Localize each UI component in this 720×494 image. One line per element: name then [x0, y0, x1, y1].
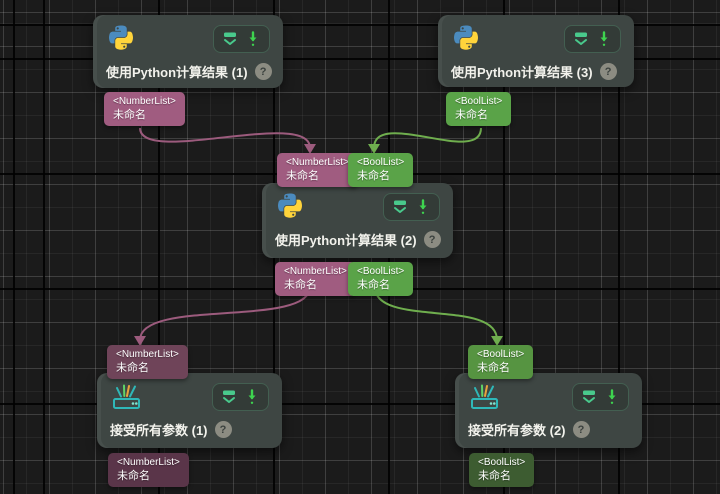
port-name-label: 未命名 [284, 279, 317, 291]
port-type-label: <NumberList> [116, 349, 179, 360]
port-type-label: <BoolList> [357, 266, 405, 277]
double-chevron-down-icon [223, 390, 235, 403]
node-title: 接受所有参数 (1) [110, 423, 208, 438]
node-action-toolbar [212, 383, 269, 411]
port-name-label: 未命名 [113, 109, 146, 121]
help-icon[interactable]: ? [214, 421, 232, 438]
port-type-label: <BoolList> [455, 96, 503, 107]
node-python-result-1[interactable]: 使用Python计算结果 (1) ? [93, 15, 283, 88]
node-receive-params-2[interactable]: 接受所有参数 (2) ? [455, 373, 642, 448]
double-chevron-down-icon [575, 32, 587, 45]
node-title: 使用Python计算结果 (3) [451, 65, 593, 80]
edge-boollist-py3-to-py2[interactable] [373, 127, 482, 149]
node-title: 接受所有参数 (2) [468, 423, 566, 438]
collapse-toggle-button[interactable] [572, 30, 590, 48]
python-logo-icon [106, 25, 136, 60]
port-boollist-input[interactable]: <BoolList> 未命名 [348, 153, 414, 187]
receiver-icon [110, 383, 144, 416]
port-boollist-output[interactable]: <BoolList> 未命名 [348, 262, 414, 296]
port-boollist-output[interactable]: <BoolList> 未命名 [469, 453, 535, 487]
download-button[interactable] [243, 388, 261, 406]
node-title: 使用Python计算结果 (1) [106, 65, 248, 80]
port-numberlist-output[interactable]: <NumberList> 未命名 [104, 92, 185, 126]
port-type-label: <NumberList> [117, 457, 180, 468]
download-button[interactable] [414, 198, 432, 216]
node-python-result-2[interactable]: 使用Python计算结果 (2) ? [262, 183, 453, 258]
port-type-label: <NumberList> [286, 157, 349, 168]
port-numberlist-output[interactable]: <NumberList> 未命名 [275, 262, 356, 296]
port-name-label: 未命名 [286, 170, 319, 182]
help-icon[interactable]: ? [599, 63, 617, 80]
download-arrow-icon [419, 199, 427, 214]
python-logo-icon [451, 25, 481, 60]
double-chevron-down-icon [394, 200, 406, 213]
port-type-label: <BoolList> [477, 349, 525, 360]
help-icon[interactable]: ? [423, 231, 441, 248]
node-action-toolbar [572, 383, 629, 411]
port-type-label: <NumberList> [284, 266, 347, 277]
port-name-label: 未命名 [357, 279, 390, 291]
collapse-toggle-button[interactable] [580, 388, 598, 406]
port-name-label: 未命名 [477, 362, 510, 374]
collapse-toggle-button[interactable] [220, 388, 238, 406]
port-name-label: 未命名 [117, 470, 150, 482]
port-type-label: <BoolList> [478, 457, 526, 468]
download-button[interactable] [595, 30, 613, 48]
edge-numberlist-py1-to-py2[interactable] [139, 127, 311, 149]
port-name-label: 未命名 [478, 470, 511, 482]
node-python-result-3[interactable]: 使用Python计算结果 (3) ? [438, 15, 634, 87]
python-logo-icon [275, 193, 305, 228]
download-arrow-icon [600, 31, 608, 46]
help-icon[interactable]: ? [572, 421, 590, 438]
double-chevron-down-icon [583, 390, 595, 403]
port-name-label: 未命名 [116, 362, 149, 374]
node-title: 使用Python计算结果 (2) [275, 233, 417, 248]
collapse-toggle-button[interactable] [221, 30, 239, 48]
port-numberlist-output[interactable]: <NumberList> 未命名 [108, 453, 189, 487]
node-action-toolbar [564, 25, 621, 53]
node-action-toolbar [383, 193, 440, 221]
download-arrow-icon [608, 389, 616, 404]
download-arrow-icon [249, 31, 257, 46]
port-type-label: <NumberList> [113, 96, 176, 107]
port-boollist-input[interactable]: <BoolList> 未命名 [468, 345, 534, 379]
port-numberlist-input[interactable]: <NumberList> 未命名 [277, 153, 358, 187]
node-graph-canvas[interactable]: 使用Python计算结果 (1) ? <NumberList> 未命名 使用Py… [0, 0, 720, 494]
download-arrow-icon [248, 389, 256, 404]
node-receive-params-1[interactable]: 接受所有参数 (1) ? [97, 373, 282, 448]
port-boollist-output[interactable]: <BoolList> 未命名 [446, 92, 512, 126]
node-action-toolbar [213, 25, 270, 53]
port-numberlist-input[interactable]: <NumberList> 未命名 [107, 345, 188, 379]
double-chevron-down-icon [224, 32, 236, 45]
download-button[interactable] [244, 30, 262, 48]
port-name-label: 未命名 [357, 170, 390, 182]
collapse-toggle-button[interactable] [391, 198, 409, 216]
download-button[interactable] [603, 388, 621, 406]
help-icon[interactable]: ? [254, 63, 272, 80]
port-name-label: 未命名 [455, 109, 488, 121]
port-type-label: <BoolList> [357, 157, 405, 168]
receiver-icon [468, 383, 502, 416]
